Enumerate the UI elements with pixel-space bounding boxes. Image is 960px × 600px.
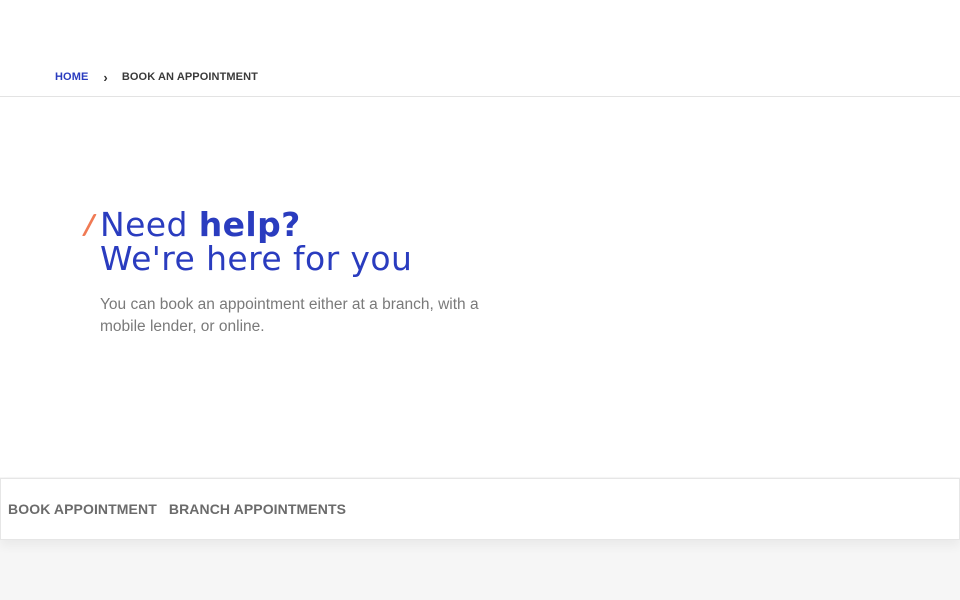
tabs-bar: BOOK APPOINTMENT BRANCH APPOINTMENTS xyxy=(0,478,960,540)
hero-section xyxy=(0,97,960,477)
breadcrumb: HOME › BOOK AN APPOINTMENT xyxy=(55,69,258,85)
headline-line2: We're here for you xyxy=(100,239,413,278)
breadcrumb-home-link[interactable]: HOME xyxy=(55,71,88,83)
tab-book-appointment[interactable]: BOOK APPOINTMENT xyxy=(8,501,157,517)
breadcrumb-current-page: BOOK AN APPOINTMENT xyxy=(121,71,258,83)
chevron-right-icon: › xyxy=(103,69,108,85)
hero-description: You can book an appointment either at a … xyxy=(100,296,479,335)
page-title: Need help? We're here for you xyxy=(100,208,412,276)
tabs-section: BOOK APPOINTMENT BRANCH APPOINTMENTS xyxy=(0,477,960,600)
top-bar: HOME › BOOK AN APPOINTMENT xyxy=(0,0,960,97)
tab-branch-appointments[interactable]: BRANCH APPOINTMENTS xyxy=(169,501,346,517)
